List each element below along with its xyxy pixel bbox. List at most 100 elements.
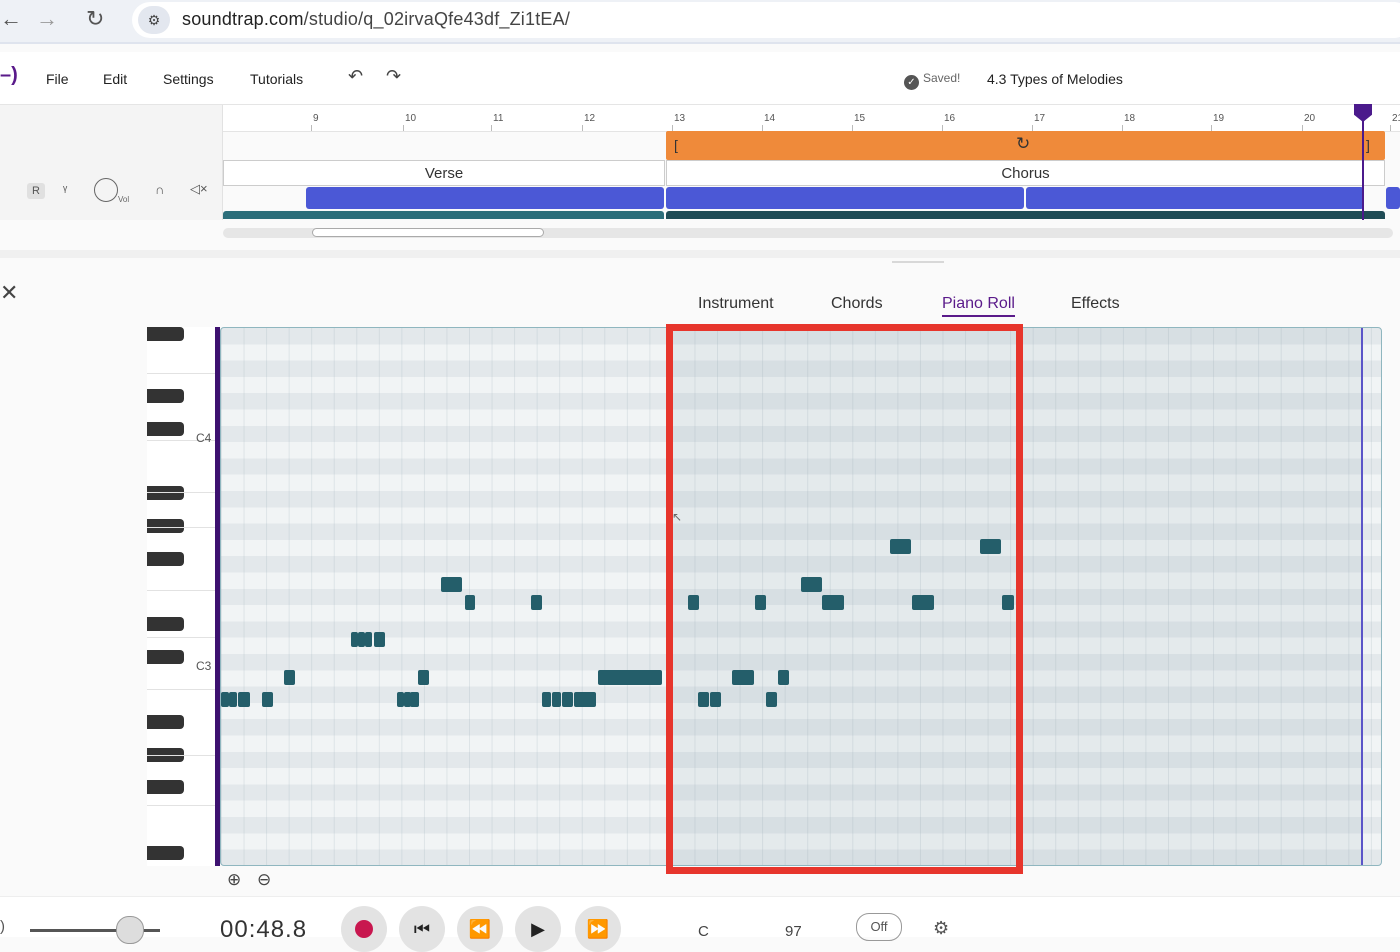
piano-black-key[interactable] [147, 617, 184, 631]
midi-note[interactable] [562, 692, 573, 707]
region-clip[interactable] [1386, 187, 1400, 209]
midi-note[interactable] [365, 632, 372, 647]
undo-icon[interactable]: ↶ [348, 66, 363, 87]
midi-note[interactable] [374, 632, 385, 647]
reload-icon[interactable]: ↻ [86, 6, 104, 32]
midi-note[interactable] [262, 692, 273, 707]
fast-forward-button[interactable]: ⏩ [575, 906, 621, 952]
midi-note[interactable] [229, 692, 237, 707]
tab-effects[interactable]: Effects [1071, 295, 1120, 313]
play-button[interactable]: ▶ [515, 906, 561, 952]
midi-note[interactable] [397, 692, 404, 707]
redo-icon[interactable]: ↷ [386, 66, 401, 87]
mute-icon[interactable]: ◁× [190, 181, 208, 197]
volume-slider-handle[interactable] [116, 916, 144, 944]
fx-icon[interactable]: ᵞ [63, 182, 67, 197]
loop-end-handle-icon[interactable]: ] [1366, 137, 1370, 153]
site-settings-icon[interactable]: ⚙ [138, 6, 170, 34]
back-arrow-icon[interactable]: ← [0, 6, 22, 32]
scrollbar-thumb[interactable] [312, 228, 544, 237]
midi-note[interactable] [358, 632, 365, 647]
piano-key-divider [147, 590, 215, 591]
skip-back-button[interactable]: ⏮ [399, 906, 445, 952]
check-circle-icon: ✓ [904, 75, 919, 90]
key-display[interactable]: C [698, 923, 709, 940]
midi-note[interactable] [284, 670, 295, 685]
piano-black-key[interactable] [147, 650, 184, 664]
midi-note[interactable] [418, 670, 429, 685]
track-header-panel [0, 105, 223, 220]
ruler-tick [491, 125, 492, 131]
midi-note[interactable] [441, 577, 462, 592]
piano-key-divider [147, 637, 215, 638]
piano-black-key[interactable] [147, 519, 184, 533]
zoom-out-icon[interactable]: ⊖ [257, 870, 271, 890]
region-clip[interactable] [306, 187, 664, 209]
piano-black-key[interactable] [147, 389, 184, 403]
ruler-number: 21 [1392, 113, 1400, 124]
timeline-ruler[interactable]: 9 10 11 12 13 14 15 16 17 18 19 20 21 [223, 105, 1400, 132]
ruler-number: 14 [764, 113, 776, 124]
ruler-number: 16 [944, 113, 956, 124]
ruler-number: 18 [1124, 113, 1136, 124]
piano-key-divider [147, 689, 215, 690]
speaker-icon[interactable]: ) [0, 918, 5, 935]
menu-tutorials[interactable]: Tutorials [250, 71, 303, 87]
panel-divider[interactable] [0, 250, 1400, 258]
menu-edit[interactable]: Edit [103, 71, 127, 87]
piano-key-divider [147, 492, 215, 493]
piano-keyboard[interactable]: C4 C3 [147, 327, 216, 866]
forward-arrow-icon[interactable]: → [36, 6, 58, 32]
section-verse[interactable]: Verse [223, 160, 665, 186]
piano-black-key[interactable] [147, 486, 184, 500]
project-title[interactable]: 4.3 Types of Melodies [987, 71, 1123, 87]
piano-black-key[interactable] [147, 422, 184, 436]
midi-note[interactable] [531, 595, 542, 610]
rewind-button[interactable]: ⏪ [457, 906, 503, 952]
region-clip[interactable] [666, 187, 1024, 209]
midi-note[interactable] [598, 670, 662, 685]
menu-file[interactable]: File [46, 71, 69, 87]
metronome-toggle[interactable]: Off [856, 913, 902, 941]
url-text[interactable]: soundtrap.com/studio/q_02irvaQfe43df_Zi1… [182, 9, 570, 30]
ruler-tick [311, 125, 312, 131]
record-arm-button[interactable]: R [27, 183, 45, 199]
tab-chords[interactable]: Chords [831, 295, 883, 313]
piano-black-key[interactable] [147, 715, 184, 729]
loop-start-handle-icon[interactable]: [ [674, 137, 678, 153]
track-clip[interactable] [666, 211, 1385, 219]
piano-black-key[interactable] [147, 327, 184, 341]
headphones-icon[interactable]: ∩ [155, 182, 164, 197]
ruler-number: 12 [584, 113, 596, 124]
resize-grip[interactable] [892, 261, 944, 263]
key-label-c3: C3 [196, 659, 212, 673]
tab-instrument[interactable]: Instrument [698, 295, 774, 313]
menu-settings[interactable]: Settings [163, 71, 214, 87]
playhead[interactable] [1362, 105, 1364, 220]
tempo-display[interactable]: 97 [785, 923, 802, 940]
midi-note[interactable] [542, 692, 551, 707]
loop-toggle-icon[interactable]: ↻ [1016, 134, 1030, 154]
midi-note[interactable] [552, 692, 561, 707]
zoom-in-icon[interactable]: ⊕ [227, 870, 241, 890]
mouse-cursor-icon: ↖ [672, 510, 683, 524]
record-button[interactable] [341, 906, 387, 952]
section-chorus[interactable]: Chorus [666, 160, 1385, 186]
midi-note[interactable] [574, 692, 596, 707]
volume-knob-icon[interactable] [94, 178, 118, 202]
close-editor-icon[interactable]: ✕ [0, 280, 18, 306]
piano-black-key[interactable] [147, 846, 184, 860]
region-clip[interactable] [1026, 187, 1364, 209]
track-clip[interactable] [223, 211, 664, 219]
midi-note[interactable] [410, 692, 419, 707]
midi-note[interactable] [351, 632, 358, 647]
midi-note[interactable] [221, 692, 229, 707]
piano-black-key[interactable] [147, 552, 184, 566]
highlight-box [666, 324, 1023, 874]
tab-piano-roll[interactable]: Piano Roll [942, 295, 1015, 317]
midi-note[interactable] [465, 595, 475, 610]
region-end-line [1361, 328, 1363, 865]
soundtrap-logo-icon[interactable]: –) [0, 64, 18, 87]
piano-black-key[interactable] [147, 780, 184, 794]
midi-note[interactable] [238, 692, 250, 707]
